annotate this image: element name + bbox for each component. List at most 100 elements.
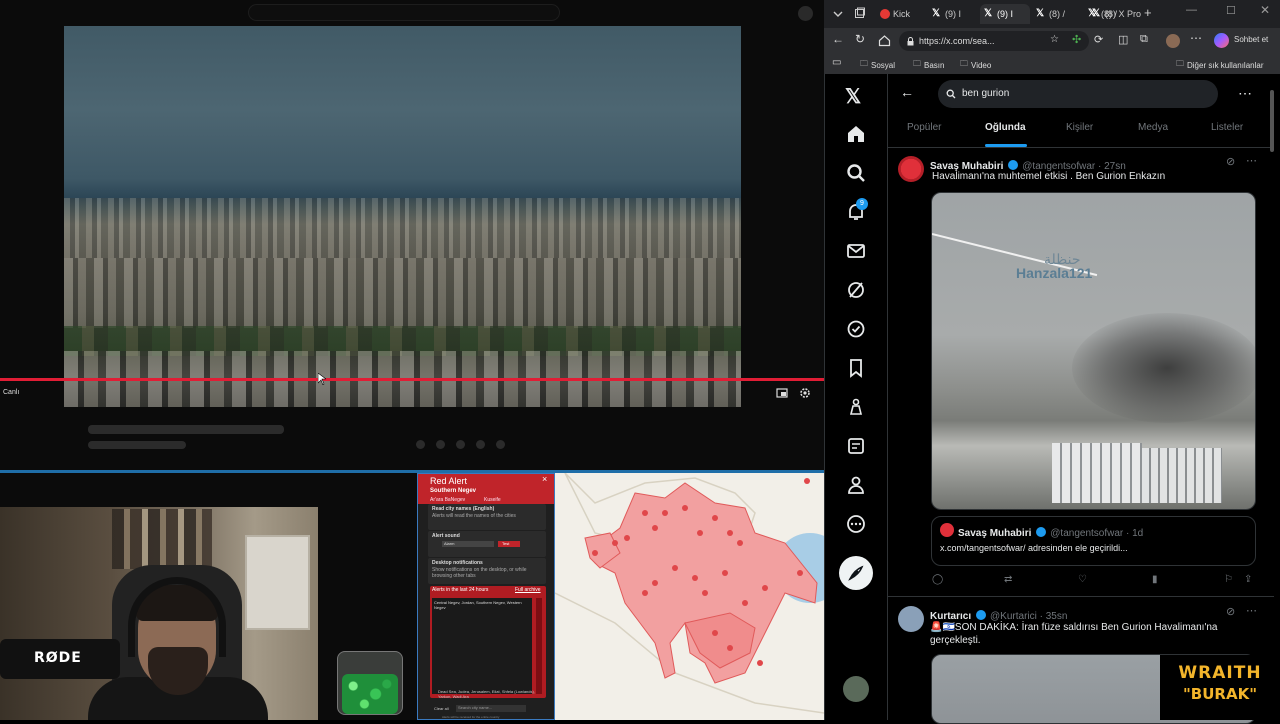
quote-header: Savaş Muhabiri @tangentsofwar · 1d <box>958 523 1143 541</box>
back-arrow-icon[interactable]: ← <box>900 84 914 100</box>
post-more-icon[interactable]: ⋯ <box>1246 154 1257 167</box>
tab-label: (9) I <box>945 9 962 19</box>
alerts-scrollbar[interactable] <box>536 598 542 694</box>
new-tab-icon[interactable]: + <box>1144 5 1152 20</box>
workspaces-icon[interactable] <box>854 7 866 19</box>
grok-explain-icon[interactable]: ⊘ <box>1226 605 1235 618</box>
webcam-feed: RØDE <box>0 507 318 720</box>
grok-explain-icon[interactable]: ⊘ <box>1226 155 1235 168</box>
communities-icon[interactable] <box>846 436 866 456</box>
bookmarks-icon[interactable] <box>846 358 866 378</box>
browser-window: Kick 𝕏 (9) I 𝕏 (9) I 𝕏 (8) / 𝕏 (8) / 𝕏 (8) X … <box>824 0 1280 724</box>
tab-x-pro-label[interactable]: 𝕏 (8) X Pro <box>1088 4 1142 24</box>
copilot-label[interactable]: Sohbet et <box>1234 35 1268 44</box>
reply-icon[interactable]: ◯ <box>932 574 943 585</box>
account-avatar[interactable] <box>843 676 869 702</box>
search-icon[interactable] <box>846 163 866 183</box>
refresh-icon[interactable]: ↻ <box>855 32 865 46</box>
post-avatar[interactable] <box>898 156 924 182</box>
profile-avatar[interactable] <box>1166 34 1180 48</box>
alert-map[interactable] <box>555 473 824 720</box>
page-scrollbar[interactable] <box>1270 90 1274 152</box>
extension-icon[interactable]: ✣ <box>1072 33 1081 46</box>
reading-icon[interactable]: ▭ <box>832 57 841 68</box>
folder-icon: 🗀 <box>860 59 868 68</box>
jar-candies <box>342 674 398 714</box>
views-icon[interactable]: ▮ <box>1152 574 1158 585</box>
more-icon[interactable] <box>846 514 866 534</box>
favorite-star-icon[interactable]: ☆ <box>1050 34 1059 45</box>
post-avatar[interactable] <box>898 606 924 632</box>
minimize-icon[interactable]: — <box>1186 4 1197 16</box>
copilot-icon[interactable] <box>1214 33 1229 48</box>
tab-actions-icon[interactable] <box>832 8 844 20</box>
post-image[interactable]: حنظلة Hanzala121 <box>931 192 1256 510</box>
home-icon[interactable] <box>878 34 891 47</box>
tab-lists[interactable]: Listeler <box>1211 122 1243 133</box>
recent-alerts-list[interactable] <box>432 598 532 694</box>
recent-alerts-box: Alerts in the last 24 hours Full archive… <box>430 586 546 698</box>
premium-icon[interactable] <box>846 319 866 339</box>
tab-media[interactable]: Medya <box>1138 122 1168 133</box>
top-search-bar[interactable] <box>248 4 560 21</box>
like-icon[interactable]: ♡ <box>1078 574 1087 585</box>
close-icon[interactable]: × <box>542 474 547 484</box>
clear-all-button[interactable]: Clear all <box>434 706 449 711</box>
full-archive-link[interactable]: Full archive <box>515 587 541 593</box>
tab-x-active[interactable]: 𝕏 (9) I <box>980 4 1030 24</box>
jobs-icon[interactable] <box>846 397 866 417</box>
maximize-icon[interactable]: ☐ <box>1226 4 1236 17</box>
tab-latest[interactable]: Oğlunda <box>985 122 1026 133</box>
alert-sound-select[interactable]: Alarm <box>442 541 494 547</box>
quote-author-name: Savaş Muhabiri <box>958 528 1032 539</box>
tab-x-3[interactable]: 𝕏 (8) / <box>1032 4 1082 24</box>
building <box>1052 443 1142 503</box>
video-player[interactable] <box>64 26 741 407</box>
repost-icon[interactable]: ⇄ <box>1004 574 1012 585</box>
bookmark-folder[interactable]: 🗀 Sosyal <box>860 58 895 72</box>
quoted-post[interactable]: Savaş Muhabiri @tangentsofwar · 1d x.com… <box>931 516 1256 566</box>
share-icon[interactable]: ⇪ <box>1244 574 1252 585</box>
tab-people[interactable]: Kişiler <box>1066 122 1093 133</box>
post-text: Havalimanı'na muhtemel etkisi . Ben Guri… <box>932 171 1166 182</box>
bookmark-icon[interactable]: ⚐ <box>1224 574 1233 585</box>
bookmark-folder[interactable]: 🗀 Basın <box>913 58 944 72</box>
sync-icon[interactable]: ⟳ <box>1094 33 1103 46</box>
x-logo-icon[interactable]: 𝕏 <box>845 84 861 109</box>
notification-badge: 9 <box>856 198 868 210</box>
more-options-icon[interactable]: ⋯ <box>1190 31 1202 45</box>
bookmark-folder[interactable]: 🗀 Video <box>960 58 991 72</box>
tab-kick[interactable]: Kick <box>876 4 926 24</box>
red-alert-panel: Red Alert Southern Negev Ar'ara BaNegev … <box>417 473 555 720</box>
top-avatar[interactable] <box>798 6 813 21</box>
folder-icon: 🗀 <box>913 59 921 68</box>
picture-in-picture-icon[interactable] <box>776 387 788 399</box>
post-more-icon[interactable]: ⋯ <box>1246 604 1257 617</box>
x-search-input[interactable]: ben gurion <box>938 80 1218 108</box>
recent-alerts-heading: Alerts in the last 24 hours <box>432 587 489 593</box>
collections-icon[interactable]: ⧉ <box>1140 33 1148 46</box>
address-bar[interactable]: https://x.com/sea... <box>899 31 1089 51</box>
tab-popular[interactable]: Popüler <box>907 122 941 133</box>
messages-icon[interactable] <box>846 241 866 261</box>
more-options-icon[interactable]: ⋯ <box>1238 85 1252 102</box>
folder-icon: 🗀 <box>960 59 968 68</box>
grok-icon[interactable] <box>846 280 866 300</box>
gear-icon[interactable] <box>798 386 812 400</box>
site-info-icon[interactable] <box>906 37 915 46</box>
compose-post-button[interactable] <box>839 556 873 590</box>
video-progress-bar[interactable] <box>0 378 824 381</box>
split-screen-icon[interactable]: ◫ <box>1118 33 1128 46</box>
verified-badge-icon <box>1007 160 1018 170</box>
back-icon[interactable]: ← <box>832 32 844 46</box>
test-sound-button[interactable]: Test <box>498 541 520 547</box>
city-search-input[interactable]: Search city name... <box>456 705 526 712</box>
loading-dot <box>496 440 505 449</box>
profile-icon[interactable] <box>846 475 866 495</box>
other-bookmarks[interactable]: 🗀 Diğer sık kullanılanlar <box>1176 58 1263 72</box>
tab-x-1[interactable]: 𝕏 (9) I <box>928 4 978 24</box>
home-icon[interactable] <box>846 124 866 144</box>
red-alert-place: Kuseife <box>484 497 501 503</box>
channel-logo: WRAITH "BURAK" <box>1160 655 1280 720</box>
close-window-icon[interactable]: ✕ <box>1260 3 1270 17</box>
